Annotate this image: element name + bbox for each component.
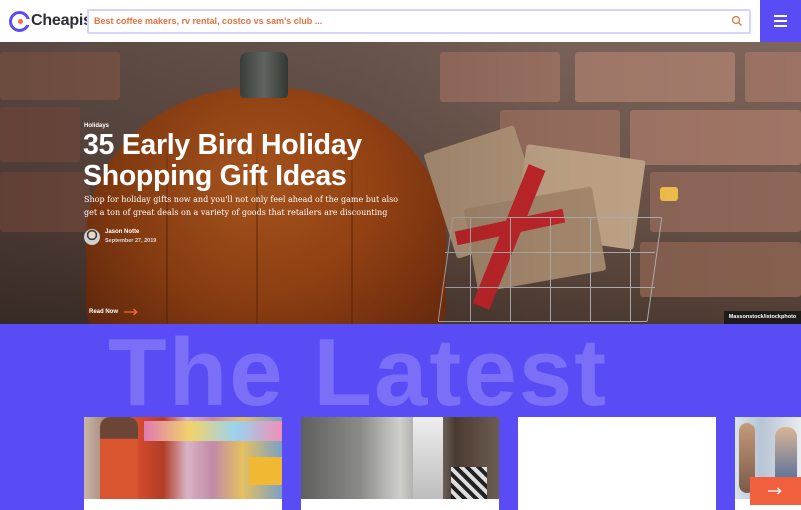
- hero-dek: Shop for holiday gifts now and you'll no…: [84, 195, 399, 217]
- arrow-right-icon: [768, 487, 782, 495]
- article-card[interactable]: [518, 417, 716, 510]
- article-card[interactable]: [84, 417, 282, 510]
- hero-title[interactable]: 35 Early Bird Holiday Shopping Gift Idea…: [83, 130, 423, 192]
- read-now-label: Read Now: [89, 309, 119, 315]
- hero-banner[interactable]: Holidays 35 Early Bird Holiday Shopping …: [0, 42, 801, 324]
- hamburger-icon-line: [774, 25, 787, 27]
- author-avatar: [84, 229, 100, 245]
- logo-mark: [9, 10, 31, 32]
- photo-credit: Massonstock/istockphoto: [724, 311, 801, 324]
- next-button[interactable]: [750, 477, 801, 505]
- hamburger-icon-line: [774, 20, 787, 22]
- read-now-link[interactable]: Read Now: [89, 308, 138, 316]
- site-header: Cheapism ™ Best coffee makers, rv rental…: [0, 0, 801, 42]
- arrow-right-icon: [124, 308, 138, 316]
- search-icon[interactable]: [731, 15, 743, 27]
- search-placeholder: Best coffee makers, rv rental, costco vs…: [94, 16, 323, 26]
- publish-date: September 27, 2019: [105, 238, 157, 244]
- article-thumbnail: [301, 417, 499, 499]
- article-thumbnail: [84, 417, 282, 499]
- author-name[interactable]: Jason Notte: [105, 229, 139, 235]
- article-card[interactable]: [301, 417, 499, 510]
- latest-heading: The Latest: [108, 324, 609, 426]
- menu-button[interactable]: [760, 0, 801, 42]
- search-input[interactable]: Best coffee makers, rv rental, costco vs…: [87, 9, 751, 34]
- latest-section: The Latest: [0, 324, 801, 510]
- hamburger-icon-line: [774, 15, 787, 17]
